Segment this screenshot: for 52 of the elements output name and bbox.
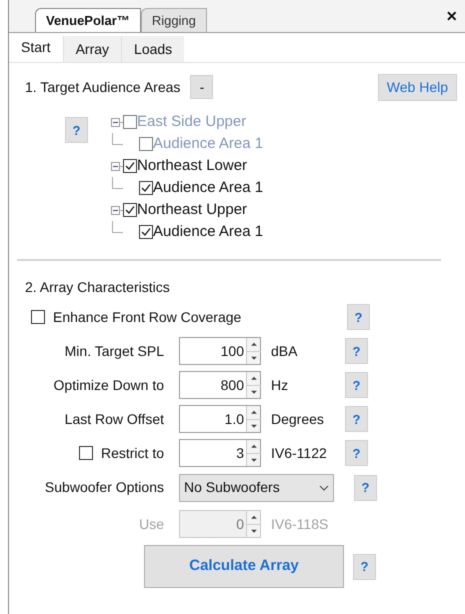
unit-label: IV6-1122 [270, 444, 328, 462]
tree-item[interactable]: Northeast Upper [137, 198, 248, 222]
checkbox[interactable] [139, 225, 153, 239]
help-button[interactable]: ? [354, 474, 377, 500]
checkbox[interactable] [31, 310, 45, 324]
collapse-icon[interactable] [111, 162, 120, 170]
spin-field[interactable]: 800 [179, 371, 261, 399]
unit-label: Hz [270, 376, 290, 394]
help-button[interactable]: ? [353, 554, 376, 580]
field-label: Min. Target SPL [64, 342, 164, 361]
collapse-icon[interactable] [111, 206, 120, 214]
unit-label: IV6-118S [270, 514, 330, 534]
spinner-icon[interactable] [246, 372, 260, 398]
dropdown[interactable]: No Subwoofers [179, 474, 334, 502]
spinner-icon[interactable] [246, 406, 260, 432]
close-button[interactable]: × [446, 7, 457, 25]
checkbox[interactable] [123, 159, 137, 173]
unit-label: dBA [270, 342, 298, 360]
chevron-down-icon [319, 484, 329, 490]
collapse-button[interactable]: - [190, 75, 214, 99]
tab[interactable]: Array [62, 36, 122, 62]
tree-item[interactable]: Audience Area 1 [153, 220, 264, 244]
calculate-button[interactable]: Calculate Array [144, 545, 344, 588]
help-button[interactable]: ? [345, 440, 368, 466]
section-title: 2. Array Characteristics [25, 279, 170, 295]
help-button[interactable]: ? [345, 372, 368, 398]
checkbox[interactable] [123, 203, 137, 217]
checkbox[interactable] [139, 181, 153, 195]
spinner-icon[interactable] [246, 440, 260, 466]
tree-item[interactable]: Audience Area 1 [153, 176, 264, 200]
spin-field[interactable]: 1.0 [179, 405, 261, 433]
help-button[interactable]: ? [345, 406, 368, 432]
field-label: Last Row Offset [64, 410, 164, 428]
field-label: Restrict to [100, 444, 164, 462]
spin-field[interactable]: 3 [179, 439, 261, 467]
help-button[interactable]: ? [65, 117, 88, 143]
tab[interactable]: Rigging [140, 8, 207, 32]
help-button[interactable]: ? [345, 338, 368, 364]
tab[interactable]: Loads [121, 36, 184, 62]
field-label: Subwoofer Options [44, 478, 164, 497]
checkbox-label: Enhance Front Row Coverage [53, 308, 242, 327]
field-label: Use [139, 514, 164, 534]
tree-item[interactable]: Northeast Lower [137, 154, 248, 178]
checkbox[interactable] [78, 446, 93, 460]
section-title: 1. Target Audience Areas [25, 78, 180, 97]
web-help-button[interactable]: Web Help [378, 74, 457, 100]
spinner-icon[interactable] [246, 338, 260, 364]
field-label: Optimize Down to [54, 376, 164, 395]
help-button[interactable]: ? [347, 304, 370, 330]
tab[interactable]: VenuePolar™ [35, 8, 141, 32]
spin-field[interactable]: 100 [179, 337, 261, 365]
unit-label: Degrees [270, 410, 325, 429]
